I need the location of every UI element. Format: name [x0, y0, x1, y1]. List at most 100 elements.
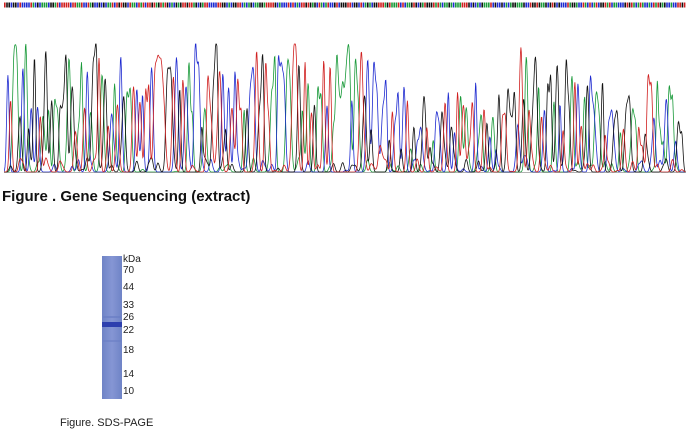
base-call-glyph	[109, 2, 112, 8]
base-call-glyph	[551, 2, 554, 8]
base-call-glyph	[221, 2, 224, 8]
base-call-glyph	[312, 2, 314, 8]
base-call-glyph	[305, 2, 307, 8]
base-call-glyph	[268, 2, 270, 8]
base-call-glyph	[59, 2, 61, 8]
base-call-glyph	[327, 2, 329, 8]
base-call-glyph	[56, 2, 59, 8]
base-call-glyph	[499, 2, 501, 8]
base-call-glyph	[74, 2, 76, 8]
base-call-glyph	[290, 2, 292, 8]
base-call-glyph	[131, 2, 134, 8]
base-call-glyph	[646, 2, 648, 8]
base-call-glyph	[10, 2, 13, 8]
base-call-glyph	[140, 2, 142, 8]
base-call-glyph	[107, 2, 109, 8]
base-call-glyph	[263, 2, 266, 8]
base-call-glyph	[32, 2, 35, 8]
base-call-glyph	[83, 2, 85, 8]
base-call-glyph	[261, 2, 263, 8]
base-call-glyph	[400, 2, 402, 8]
base-call-glyph	[144, 2, 147, 8]
base-call-glyph	[164, 2, 167, 8]
base-call-glyph	[252, 2, 255, 8]
base-call-glyph	[61, 2, 63, 8]
base-call-glyph	[488, 2, 490, 8]
base-call-glyph	[186, 2, 189, 8]
kda-unit-label: kDa	[123, 254, 141, 265]
base-call-glyph	[76, 2, 79, 8]
base-call-glyph	[254, 2, 257, 8]
base-call-glyph	[248, 2, 250, 8]
base-call-glyph	[81, 2, 83, 8]
base-call-glyph	[578, 2, 580, 8]
base-call-glyph	[496, 2, 499, 8]
marker-26: 26	[123, 312, 135, 323]
base-call-glyph	[602, 2, 604, 8]
base-call-glyph	[210, 2, 213, 8]
base-call-glyph	[265, 2, 268, 8]
base-call-glyph	[450, 2, 453, 8]
base-call-glyph	[433, 2, 435, 8]
base-call-glyph	[631, 2, 633, 8]
base-call-glyph	[8, 2, 10, 8]
base-call-glyph	[472, 2, 475, 8]
base-call-glyph	[17, 2, 19, 8]
base-call-glyph	[369, 2, 371, 8]
gel-faint-band	[103, 316, 121, 318]
base-call-glyph	[50, 2, 52, 8]
base-call-glyph	[316, 2, 318, 8]
base-call-glyph	[191, 2, 193, 8]
base-call-glyph	[595, 2, 598, 8]
base-call-glyph	[195, 2, 197, 8]
base-call-glyph	[362, 2, 365, 8]
base-call-glyph	[622, 2, 624, 8]
base-call-glyph	[118, 2, 120, 8]
base-call-glyph	[52, 2, 54, 8]
base-call-glyph	[175, 2, 178, 8]
marker-44: 44	[123, 282, 135, 293]
base-call-glyph	[521, 2, 523, 8]
base-call-glyph	[591, 2, 593, 8]
base-call-glyph	[657, 2, 659, 8]
base-call-glyph	[463, 2, 466, 8]
base-call-glyph	[672, 2, 675, 8]
base-call-glyph	[534, 2, 536, 8]
base-call-glyph	[345, 2, 347, 8]
base-call-glyph	[391, 2, 393, 8]
base-call-glyph	[136, 2, 138, 8]
base-call-glyph	[655, 2, 657, 8]
base-call-glyph	[23, 2, 26, 8]
base-call-glyph	[272, 2, 274, 8]
base-call-glyph	[529, 2, 532, 8]
base-call-glyph	[562, 2, 565, 8]
base-call-glyph	[455, 2, 457, 8]
base-call-glyph	[54, 2, 57, 8]
gene-sequencing-caption: Figure . Gene Sequencing (extract)	[2, 188, 251, 205]
base-call-glyph	[426, 2, 428, 8]
base-call-glyph	[569, 2, 571, 8]
base-call-glyph	[492, 2, 494, 8]
base-call-glyph	[241, 2, 244, 8]
base-call-glyph	[518, 2, 521, 8]
base-call-glyph	[250, 2, 252, 8]
base-call-glyph	[285, 2, 288, 8]
base-call-glyph	[120, 2, 123, 8]
base-call-glyph	[543, 2, 545, 8]
base-call-glyph	[292, 2, 294, 8]
base-call-glyph	[30, 2, 32, 8]
base-call-glyph	[545, 2, 547, 8]
base-call-glyph	[26, 2, 28, 8]
base-call-glyph	[329, 2, 332, 8]
base-call-glyph	[349, 2, 351, 8]
base-call-glyph	[129, 2, 131, 8]
base-call-glyph	[173, 2, 175, 8]
base-call-glyph	[230, 2, 233, 8]
base-call-glyph	[125, 2, 127, 8]
base-call-glyph	[162, 2, 164, 8]
base-call-glyph	[228, 2, 230, 8]
base-call-glyph	[446, 2, 448, 8]
base-call-glyph	[364, 2, 367, 8]
base-call-glyph	[122, 2, 125, 8]
base-call-glyph	[395, 2, 398, 8]
